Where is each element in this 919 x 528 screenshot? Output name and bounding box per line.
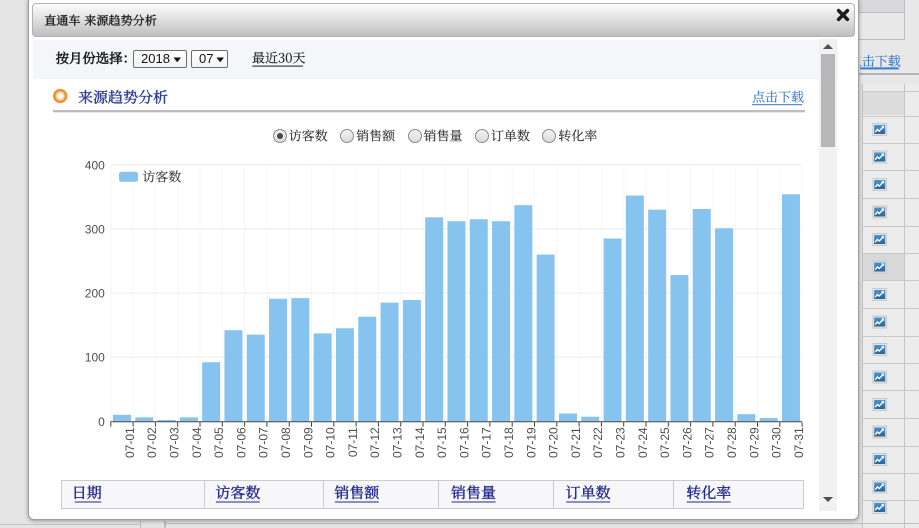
svg-text:07-14: 07-14 [413, 427, 427, 458]
svg-text:07-20: 07-20 [547, 427, 561, 458]
svg-text:07-21: 07-21 [569, 427, 583, 458]
svg-text:07-29: 07-29 [747, 427, 761, 458]
svg-text:07-27: 07-27 [703, 427, 717, 458]
svg-text:07-28: 07-28 [725, 427, 739, 458]
svg-text:07-30: 07-30 [770, 427, 784, 458]
svg-text:07-23: 07-23 [613, 427, 627, 458]
svg-text:07-22: 07-22 [591, 427, 605, 458]
svg-text:07-26: 07-26 [680, 427, 694, 458]
svg-text:07-19: 07-19 [524, 427, 538, 458]
svg-text:07-07: 07-07 [257, 427, 271, 458]
svg-text:07-16: 07-16 [457, 427, 471, 458]
svg-text:300: 300 [85, 223, 105, 237]
svg-text:0: 0 [98, 415, 105, 429]
svg-text:07-08: 07-08 [279, 427, 293, 458]
svg-text:07-10: 07-10 [324, 427, 338, 458]
svg-text:07-12: 07-12 [368, 427, 382, 458]
svg-text:07-01: 07-01 [123, 427, 137, 458]
svg-text:100: 100 [85, 351, 105, 365]
svg-text:07-24: 07-24 [636, 427, 650, 458]
svg-text:200: 200 [85, 287, 105, 301]
svg-text:07-13: 07-13 [390, 427, 404, 458]
svg-text:07-09: 07-09 [301, 427, 315, 458]
svg-text:07-17: 07-17 [480, 427, 494, 458]
svg-text:07-03: 07-03 [167, 427, 181, 458]
svg-text:07-04: 07-04 [190, 427, 204, 458]
svg-text:07-31: 07-31 [792, 427, 806, 458]
svg-text:07-18: 07-18 [502, 427, 516, 458]
svg-text:07-25: 07-25 [658, 427, 672, 458]
svg-text:07-02: 07-02 [145, 427, 159, 458]
svg-text:07-05: 07-05 [212, 427, 226, 458]
svg-text:07-15: 07-15 [435, 427, 449, 458]
svg-text:07-11: 07-11 [346, 427, 360, 457]
svg-text:07-06: 07-06 [234, 427, 248, 458]
svg-text:400: 400 [85, 158, 105, 172]
